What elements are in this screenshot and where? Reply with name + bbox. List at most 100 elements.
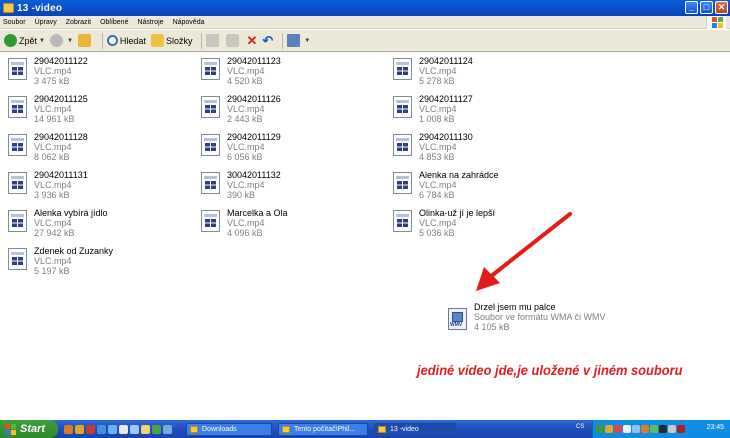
file-type: VLC.mp4 [227, 66, 265, 76]
file-size: 8 062 kB [34, 152, 70, 162]
tray-icon[interactable] [632, 425, 640, 433]
up-folder-button[interactable] [77, 34, 93, 47]
folder-icon [3, 3, 14, 13]
video-file-icon [393, 210, 412, 232]
search-label: Hledat [119, 35, 146, 46]
minimize-button[interactable]: _ [685, 1, 698, 14]
undo-icon: ↶ [262, 32, 274, 48]
clock[interactable]: 23:45 [706, 424, 724, 431]
menu-napoveda[interactable]: Nápověda [173, 19, 205, 26]
file-item[interactable]: Alenka na zahrádce VLC.mp4 6 784 kB [393, 170, 499, 200]
tray-icon[interactable] [641, 425, 649, 433]
file-name: 29042011124 [419, 56, 473, 66]
file-size: 6 784 kB [419, 190, 455, 200]
chevron-down-icon: ▼ [304, 37, 311, 44]
tray-icon[interactable] [614, 425, 622, 433]
tray-icon[interactable] [677, 425, 685, 433]
file-item[interactable]: 29042011124 VLC.mp4 5 278 kB [393, 56, 473, 86]
video-file-icon [393, 58, 412, 80]
menu-soubor[interactable]: Soubor [3, 19, 26, 26]
file-item[interactable]: Marcelka a Ola VLC.mp4 4 096 kB [201, 208, 288, 238]
copy-to-button[interactable] [226, 34, 241, 47]
folders-label: Složky [165, 35, 193, 46]
views-icon [287, 34, 301, 47]
file-item[interactable]: 29042011125 VLC.mp4 14 961 kB [8, 94, 88, 124]
file-item[interactable]: 29042011129 VLC.mp4 6 056 kB [201, 132, 281, 162]
tray-icon[interactable] [659, 425, 667, 433]
quick-launch-icon[interactable] [163, 424, 172, 434]
menu-zobrazit[interactable]: Zobrazit [66, 19, 91, 26]
quick-launch-icon[interactable] [108, 424, 117, 434]
file-size: 4 853 kB [419, 152, 455, 162]
undo-button[interactable]: ↶ [262, 33, 273, 49]
folders-icon [150, 34, 164, 47]
file-size: 27 942 kB [34, 228, 75, 238]
quick-launch-icon[interactable] [86, 424, 95, 434]
file-item[interactable]: 29042011123 VLC.mp4 4 520 kB [201, 56, 281, 86]
video-file-icon [8, 96, 27, 118]
delete-button[interactable]: ✕ [246, 33, 257, 49]
toolbar-separator [101, 32, 103, 49]
file-item[interactable]: 29042011122 VLC.mp4 3 475 kB [8, 56, 88, 86]
taskbar-button-tento-pocitac[interactable]: Tento počítač\Phil... [278, 422, 368, 436]
file-size: 6 056 kB [227, 152, 263, 162]
quick-launch-icon[interactable] [152, 424, 161, 434]
forward-button[interactable]: ▼ [49, 34, 73, 47]
tray-icon[interactable] [668, 425, 676, 433]
file-item[interactable]: Alenka vybírá jídlo VLC.mp4 27 942 kB [8, 208, 108, 238]
file-type: VLC.mp4 [34, 218, 72, 228]
file-item[interactable]: 29042011130 VLC.mp4 4 853 kB [393, 132, 473, 162]
quick-launch-icon[interactable] [141, 424, 150, 434]
back-button[interactable]: Zpět ▼ [4, 34, 45, 47]
file-item[interactable]: 30042011132 VLC.mp4 390 kB [201, 170, 281, 200]
window-title: 13 -video [17, 2, 63, 14]
file-item[interactable]: 29042011131 VLC.mp4 3 936 kB [8, 170, 88, 200]
tray-icon[interactable] [596, 425, 604, 433]
menu-upravy[interactable]: Úpravy [35, 19, 57, 26]
window-controls: _ □ ✕ [685, 1, 728, 14]
video-file-icon [201, 172, 220, 194]
move-to-button[interactable] [206, 34, 221, 47]
quick-launch-icon[interactable] [97, 424, 106, 434]
file-type: VLC.mp4 [419, 104, 457, 114]
search-button[interactable]: Hledat [106, 35, 146, 46]
quick-launch-icon[interactable] [64, 424, 73, 434]
views-button[interactable]: ▼ [287, 34, 310, 47]
file-name: 29042011131 [34, 170, 88, 180]
folders-button[interactable]: Složky [150, 34, 193, 47]
file-item[interactable]: 29042011126 VLC.mp4 2 443 kB [201, 94, 281, 124]
maximize-button[interactable]: □ [700, 1, 713, 14]
close-button[interactable]: ✕ [715, 1, 728, 14]
tray-icon[interactable] [650, 425, 658, 433]
quick-launch-icon[interactable] [119, 424, 128, 434]
wmv-file-item[interactable]: WMV Drzel jsem mu palce Soubor ve formátu… [448, 302, 606, 332]
file-size: 2 443 kB [227, 114, 263, 124]
menu-nastroje[interactable]: Nástroje [137, 19, 163, 26]
title-bar[interactable]: 13 -video _ □ ✕ [0, 0, 730, 16]
file-item[interactable]: 29042011128 VLC.mp4 8 062 kB [8, 132, 88, 162]
start-button[interactable]: Start [0, 420, 58, 438]
toolbar: Zpět ▼ ▼ Hledat Složky ✕ ↶ ▼ [0, 30, 730, 52]
file-type: VLC.mp4 [34, 180, 72, 190]
move-to-icon [206, 34, 220, 47]
quick-launch-icon[interactable] [75, 424, 84, 434]
windows-flag-icon [5, 423, 16, 435]
file-item[interactable]: 29042011127 VLC.mp4 1 008 kB [393, 94, 473, 124]
menu-oblibene[interactable]: Oblíbené [100, 19, 128, 26]
file-type: Soubor ve formátu WMA či WMV [474, 312, 606, 322]
file-name: 29042011126 [227, 94, 281, 104]
taskbar-button-13-video[interactable]: 13 -video [374, 422, 456, 436]
taskbar-button-downloads[interactable]: Downloads [186, 422, 272, 436]
task-label: 13 -video [390, 425, 419, 433]
task-label: Tento počítač\Phil... [294, 425, 356, 433]
tray-icon[interactable] [623, 425, 631, 433]
folder-icon [190, 425, 198, 433]
video-file-icon [201, 58, 220, 80]
tray-icon[interactable] [605, 425, 613, 433]
file-type: VLC.mp4 [227, 142, 265, 152]
red-arrow-annotation [476, 212, 572, 291]
quick-launch-icon[interactable] [130, 424, 139, 434]
language-indicator[interactable]: CS [576, 424, 584, 430]
file-item[interactable]: Zdenek od Zuzanky VLC.mp4 5 197 kB [8, 246, 113, 276]
wmv-file-icon: WMV [448, 308, 467, 330]
